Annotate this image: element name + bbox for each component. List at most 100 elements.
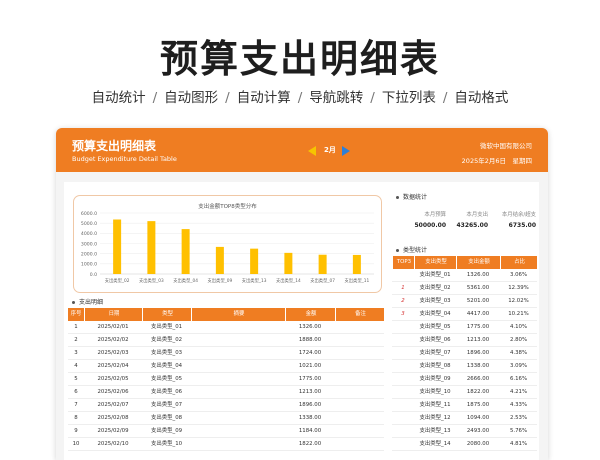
stat-value-balance: 6735.00 (508, 222, 536, 229)
panel-title: 预算支出明细表 (72, 139, 157, 153)
table-row[interactable]: 6 2025/02/06 支出类型_06 1213.00 (68, 386, 384, 399)
x-tick-label: 支出类型_07 (310, 277, 335, 284)
panel-header: 预算支出明细表 Budget Expenditure Detail Table … (56, 128, 548, 172)
table-row[interactable]: 2 支出类型_03 5201.00 12.02% (392, 295, 537, 308)
type-header-cell: 支出金额 (456, 256, 501, 269)
company-name: 微软中国有限公司 (480, 142, 532, 150)
y-tick-label: 2000.0 (81, 251, 97, 257)
x-tick-label: 支出类型_03 (139, 277, 164, 284)
current-date: 2025年2月6日 (461, 157, 506, 165)
table-row[interactable]: 支出类型_09 2666.00 6.16% (392, 373, 537, 386)
feature-item: 自动格式 (454, 90, 509, 106)
table-row[interactable]: 5 2025/02/05 支出类型_05 1775.00 (68, 373, 384, 386)
table-row[interactable]: 支出类型_14 2080.00 4.81% (392, 438, 537, 451)
bar-chart: 0.0 1000.0 2000.0 3000.0 4000.0 5000.0 6000.0 支… (81, 211, 374, 284)
table-row[interactable]: 1 2025/02/01 支出类型_01 1326.00 (68, 321, 384, 334)
stat-label-balance: 本月结余/超支 (501, 212, 536, 218)
feature-separator: / (225, 90, 230, 106)
chart-bar (250, 248, 259, 274)
detail-header-cell: 类型 (142, 308, 192, 321)
stats-section-title: 数据统计 (396, 192, 427, 201)
table-row[interactable]: 3 支出类型_04 4417.00 10.21% (392, 308, 537, 321)
feature-separator: / (152, 90, 158, 106)
table-row[interactable]: 3 2025/02/03 支出类型_03 1724.00 (68, 347, 384, 360)
table-row[interactable]: 支出类型_13 2493.00 5.76% (392, 425, 537, 438)
bullet-icon (396, 249, 399, 252)
detail-header-cell: 日期 (84, 308, 143, 321)
current-month[interactable]: 2月 (324, 145, 336, 155)
detail-header-cell: 金额 (285, 308, 336, 321)
detail-header-cell: 序号 (70, 311, 82, 317)
table-row[interactable]: 支出类型_07 1896.00 4.38% (392, 347, 537, 360)
stat-value-spent: 43265.00 (456, 222, 488, 229)
table-row[interactable]: 支出类型_11 1875.00 4.33% (392, 399, 537, 412)
x-tick-label: 支出类型_09 (207, 277, 232, 284)
chart-bar (215, 246, 224, 274)
detail-header-cell: 备注 (335, 308, 385, 321)
chart-bar (352, 254, 361, 274)
chart-box: 支出金额TOP8类型分布 0.0 1000.0 2000.0 3000.0 4000.0… (73, 195, 382, 293)
x-tick-label: 支出类型_04 (173, 277, 198, 284)
feature-separator: / (442, 90, 448, 106)
panel-subtitle: Budget Expenditure Detail Table (72, 155, 177, 163)
table-row[interactable]: 支出类型_06 1213.00 2.80% (392, 334, 537, 347)
x-tick-label: 支出类型_13 (242, 277, 267, 284)
feature-item: 自动图形 (164, 90, 219, 106)
chart-bar (147, 221, 156, 274)
table-row[interactable]: 10 2025/02/10 支出类型_10 1822.00 (68, 438, 384, 451)
feature-separator: / (297, 90, 303, 106)
detail-section-title: 支出明细 (72, 297, 103, 306)
chart-bar (113, 219, 122, 274)
type-stats-section-label: 类型统计 (403, 247, 428, 254)
hero-title: 预算支出明细表 (159, 37, 440, 81)
table-row[interactable]: 9 2025/02/09 支出类型_09 1184.00 (68, 425, 384, 438)
table-row[interactable]: 支出类型_12 1094.00 2.53% (392, 412, 537, 425)
row-divider (392, 450, 537, 451)
table-row[interactable]: 7 2025/02/07 支出类型_07 1896.00 (68, 399, 384, 412)
type-stats-table: TOP3 支出类型 支出金额 占比 支出类型_01 1326.00 3.06% 1 支出类型_0… (392, 256, 537, 451)
feature-separator: / (370, 90, 375, 106)
left-column: 支出金额TOP8类型分布 0.0 1000.0 2000.0 3000.0 4000.0… (64, 182, 388, 460)
next-month-icon[interactable] (342, 146, 350, 156)
type-header-cell: 占比 (500, 256, 538, 269)
prev-month-icon[interactable] (308, 146, 316, 156)
chart-bar (181, 229, 190, 274)
chart-bar (284, 252, 293, 274)
feature-item: 下拉列表 (381, 90, 436, 106)
bullet-icon (72, 301, 75, 304)
y-tick-label: 1000.0 (81, 262, 97, 268)
table-row[interactable]: 支出类型_08 1338.00 3.09% (392, 360, 537, 373)
table-row[interactable]: 2 2025/02/02 支出类型_02 1888.00 (68, 334, 384, 347)
feature-item: 自动统计 (91, 90, 146, 106)
detail-header-cell: 摘要 (191, 308, 286, 321)
y-tick-label: 6000.0 (81, 211, 97, 217)
detail-table: 序号 日期 类型 摘要 金额 备注 1 2025/02/01 支出类型_01 1326.00 2 20… (68, 308, 384, 451)
feature-item: 自动计算 (236, 90, 291, 106)
y-tick-label: 3000.0 (81, 241, 97, 247)
y-tick-label: 5000.0 (81, 221, 97, 227)
right-column: 数据统计 本月预算 本月支出 本月结余/超支 50000.00 43265.00… (386, 182, 539, 460)
stat-label-spent: 本月支出 (466, 212, 488, 218)
detail-table-header: 序号 日期 类型 摘要 金额 备注 (68, 308, 384, 321)
type-header-cell: 支出类型 (414, 256, 457, 269)
table-row[interactable]: 1 支出类型_02 5361.00 12.39% (392, 282, 537, 295)
x-tick-label: 支出类型_11 (344, 277, 369, 284)
x-tick-label: 支出类型_14 (276, 277, 301, 284)
feature-item: 导航跳转 (309, 90, 364, 106)
type-stats-section-title: 类型统计 (396, 245, 427, 254)
type-stats-header: TOP3 支出类型 支出金额 占比 (392, 256, 537, 269)
detail-section-label: 支出明细 (79, 299, 104, 306)
table-row[interactable]: 支出类型_05 1775.00 4.10% (392, 321, 537, 334)
table-row[interactable]: 4 2025/02/04 支出类型_04 1021.00 (68, 360, 384, 373)
type-header-cell: TOP3 (392, 256, 415, 269)
table-row[interactable]: 支出类型_01 1326.00 3.06% (392, 269, 537, 282)
spreadsheet-panel: 预算支出明细表 Budget Expenditure Detail Table … (56, 128, 548, 460)
current-weekday: 星期四 (512, 157, 533, 165)
y-tick-label: 4000.0 (81, 231, 97, 237)
y-tick-label: 0.0 (90, 272, 97, 278)
stats-section-label: 数据统计 (403, 194, 428, 201)
row-divider (68, 450, 384, 451)
table-row[interactable]: 8 2025/02/08 支出类型_08 1338.00 (68, 412, 384, 425)
table-row[interactable]: 支出类型_10 1822.00 4.21% (392, 386, 537, 399)
feature-list: 自动统计 / 自动图形 / 自动计算 / 导航跳转 / 下拉列表 / 自动格式 (0, 86, 600, 106)
